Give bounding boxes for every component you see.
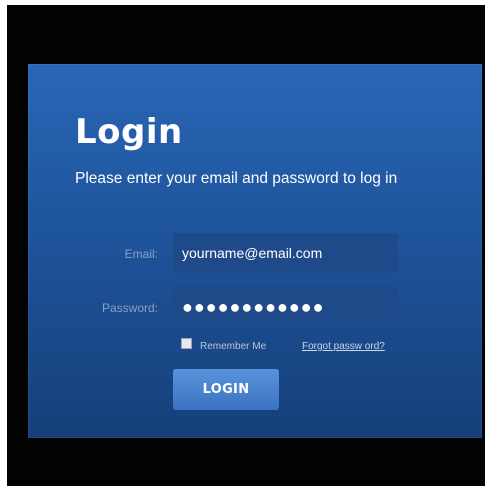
login-instructions: Please enter your email and password to … bbox=[75, 170, 398, 187]
page-title: Login bbox=[75, 112, 183, 152]
remember-me-checkbox[interactable] bbox=[181, 338, 192, 349]
email-field[interactable] bbox=[173, 233, 398, 273]
email-label: Email: bbox=[124, 247, 158, 261]
password-label: Password: bbox=[101, 301, 158, 315]
password-field[interactable] bbox=[173, 287, 398, 327]
remember-me-label: Remember Me bbox=[200, 341, 267, 352]
login-button[interactable]: LOGIN bbox=[173, 369, 279, 410]
outer-frame: Login Please enter your email and passwo… bbox=[7, 5, 485, 486]
login-panel: Login Please enter your email and passwo… bbox=[28, 64, 482, 438]
forgot-password-link[interactable]: Forgot passw ord? bbox=[302, 341, 385, 353]
